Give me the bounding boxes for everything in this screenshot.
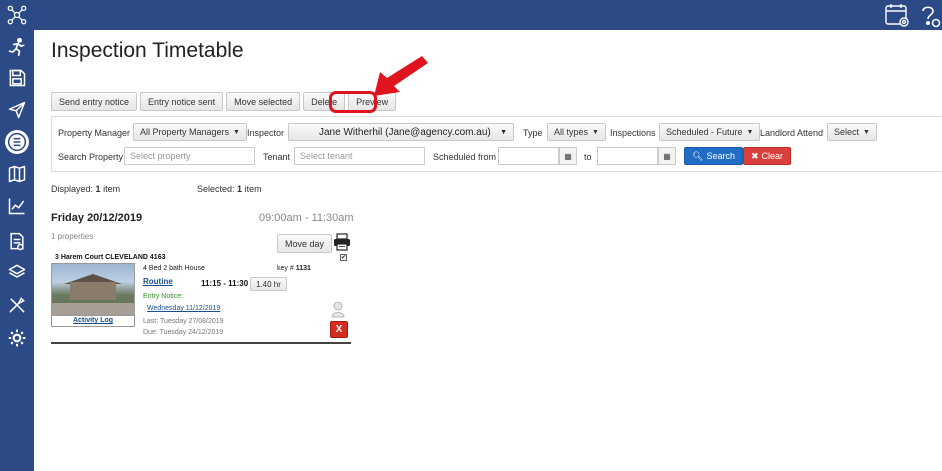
day-time-range: 09:00am - 11:30am	[259, 212, 354, 224]
inspections-label: Inspections	[610, 128, 656, 138]
search-icon: 🔍︎	[692, 150, 704, 161]
move-selected-button[interactable]: Move selected	[226, 92, 301, 111]
tenant-label: Tenant	[263, 152, 291, 162]
person-icon[interactable]	[331, 301, 345, 318]
settings-icon[interactable]	[5, 326, 29, 350]
red-arrow-annotation	[374, 56, 428, 96]
inspections-dropdown[interactable]: Scheduled - Future ▼	[659, 123, 761, 141]
chart-icon[interactable]	[5, 194, 29, 218]
search-button[interactable]: 🔍︎ Search	[684, 147, 743, 165]
type-label: Type	[523, 128, 543, 138]
calendar-settings-icon[interactable]	[884, 2, 910, 28]
layers-icon[interactable]	[5, 260, 29, 284]
list-icon[interactable]	[5, 130, 29, 154]
page-title: Inspection Timetable	[51, 39, 244, 62]
tools-icon[interactable]	[5, 293, 29, 317]
send-icon[interactable]	[5, 98, 29, 122]
move-day-button[interactable]: Move day	[277, 234, 333, 253]
due-inspection: Due: Tuesday 24/12/2019	[143, 329, 224, 336]
landlord-attend-value: Select	[834, 127, 860, 137]
search-button-label: Search	[706, 151, 735, 161]
save-icon[interactable]	[5, 66, 29, 90]
type-dropdown[interactable]: All types ▼	[547, 123, 606, 141]
day-title: Friday 20/12/2019	[51, 212, 143, 224]
to-label: to	[584, 152, 592, 162]
remove-inspection-button[interactable]: X	[330, 321, 348, 338]
close-icon: ✖	[751, 150, 759, 161]
clear-button[interactable]: ✖ Clear	[743, 147, 792, 165]
displayed-number: 1	[95, 184, 101, 194]
inspections-value: Scheduled - Future	[666, 127, 743, 137]
displayed-suffix: item	[103, 184, 121, 194]
top-bar	[0, 0, 942, 30]
property-manager-label: Property Manager	[58, 128, 131, 138]
calendar-icon[interactable]: ▦	[658, 147, 676, 165]
displayed-label: Displayed:	[51, 184, 94, 194]
selected-number: 1	[237, 184, 243, 194]
scheduled-from-input[interactable]	[498, 147, 559, 165]
entry-notice-sent-button[interactable]: Entry notice sent	[140, 92, 224, 111]
entry-notice-date-link[interactable]: Wednesday 11/12/2019	[147, 305, 220, 312]
document-icon[interactable]	[5, 230, 29, 254]
type-value: All types	[554, 127, 589, 137]
property-photo[interactable]	[51, 263, 135, 316]
search-property-label: Search Property	[58, 152, 124, 162]
property-address: 3 Harem Court CLEVELAND 4163	[55, 254, 166, 261]
properties-count: 1 properties	[51, 232, 94, 241]
network-logo-icon[interactable]	[5, 3, 29, 27]
displayed-count: Displayed: 1 item	[51, 184, 120, 194]
landlord-attend-dropdown[interactable]: Select ▼	[827, 123, 877, 141]
entry-notice-label: Entry Notice:	[143, 293, 184, 300]
house-body	[70, 282, 116, 300]
caret-down-icon: ▼	[233, 128, 240, 136]
property-type: 4 Bed 2 bath House	[143, 265, 205, 272]
printer-icon[interactable]	[333, 233, 351, 251]
scheduled-from-label: Scheduled from	[433, 152, 497, 162]
select-checkbox[interactable]: ✔	[340, 254, 347, 261]
key-label: key #	[277, 265, 294, 272]
selected-label: Selected:	[197, 184, 235, 194]
calendar-icon[interactable]: ▦	[559, 147, 577, 165]
key-number: key # 1131	[277, 265, 311, 272]
caret-down-icon: ▼	[592, 128, 599, 136]
driveway	[52, 303, 134, 315]
inspection-time: 11:15 - 11:30	[201, 279, 249, 288]
inspector-label: Inspector	[247, 128, 285, 138]
activity-log-link[interactable]: Activity Log	[51, 316, 135, 327]
inspector-dropdown[interactable]: Jane Witherhil (Jane@agency.com.au) ▼	[288, 123, 514, 141]
scheduled-to-input[interactable]	[597, 147, 658, 165]
caret-down-icon: ▼	[746, 128, 754, 136]
tenant-input[interactable]: Select tenant	[294, 147, 425, 165]
sidebar	[0, 0, 34, 471]
caret-down-icon: ▼	[863, 128, 870, 136]
running-person-icon[interactable]	[5, 35, 29, 59]
last-inspection: Last: Tuesday 27/08/2019	[143, 318, 224, 325]
selected-count: Selected: 1 item	[197, 184, 262, 194]
day-divider	[51, 342, 351, 344]
clear-button-label: Clear	[761, 151, 784, 161]
landlord-attend-label: Landlord Attend	[760, 128, 824, 138]
inspection-type-link[interactable]: Routine	[143, 277, 173, 286]
property-manager-dropdown[interactable]: All Property Managers ▼	[133, 123, 247, 141]
caret-down-icon: ▼	[500, 128, 507, 136]
send-entry-notice-button[interactable]: Send entry notice	[51, 92, 138, 111]
duration-button[interactable]: 1.40 hr	[250, 277, 287, 291]
search-property-input[interactable]: Select property	[124, 147, 255, 165]
property-manager-value: All Property Managers	[140, 127, 230, 137]
inspector-value: Jane Witherhil (Jane@agency.com.au)	[319, 126, 491, 138]
help-icon[interactable]	[915, 2, 941, 28]
filter-panel: Property Manager All Property Managers ▼ …	[51, 116, 942, 172]
selected-suffix: item	[244, 184, 262, 194]
key-value: 1131	[295, 265, 311, 272]
map-icon[interactable]	[5, 162, 29, 186]
